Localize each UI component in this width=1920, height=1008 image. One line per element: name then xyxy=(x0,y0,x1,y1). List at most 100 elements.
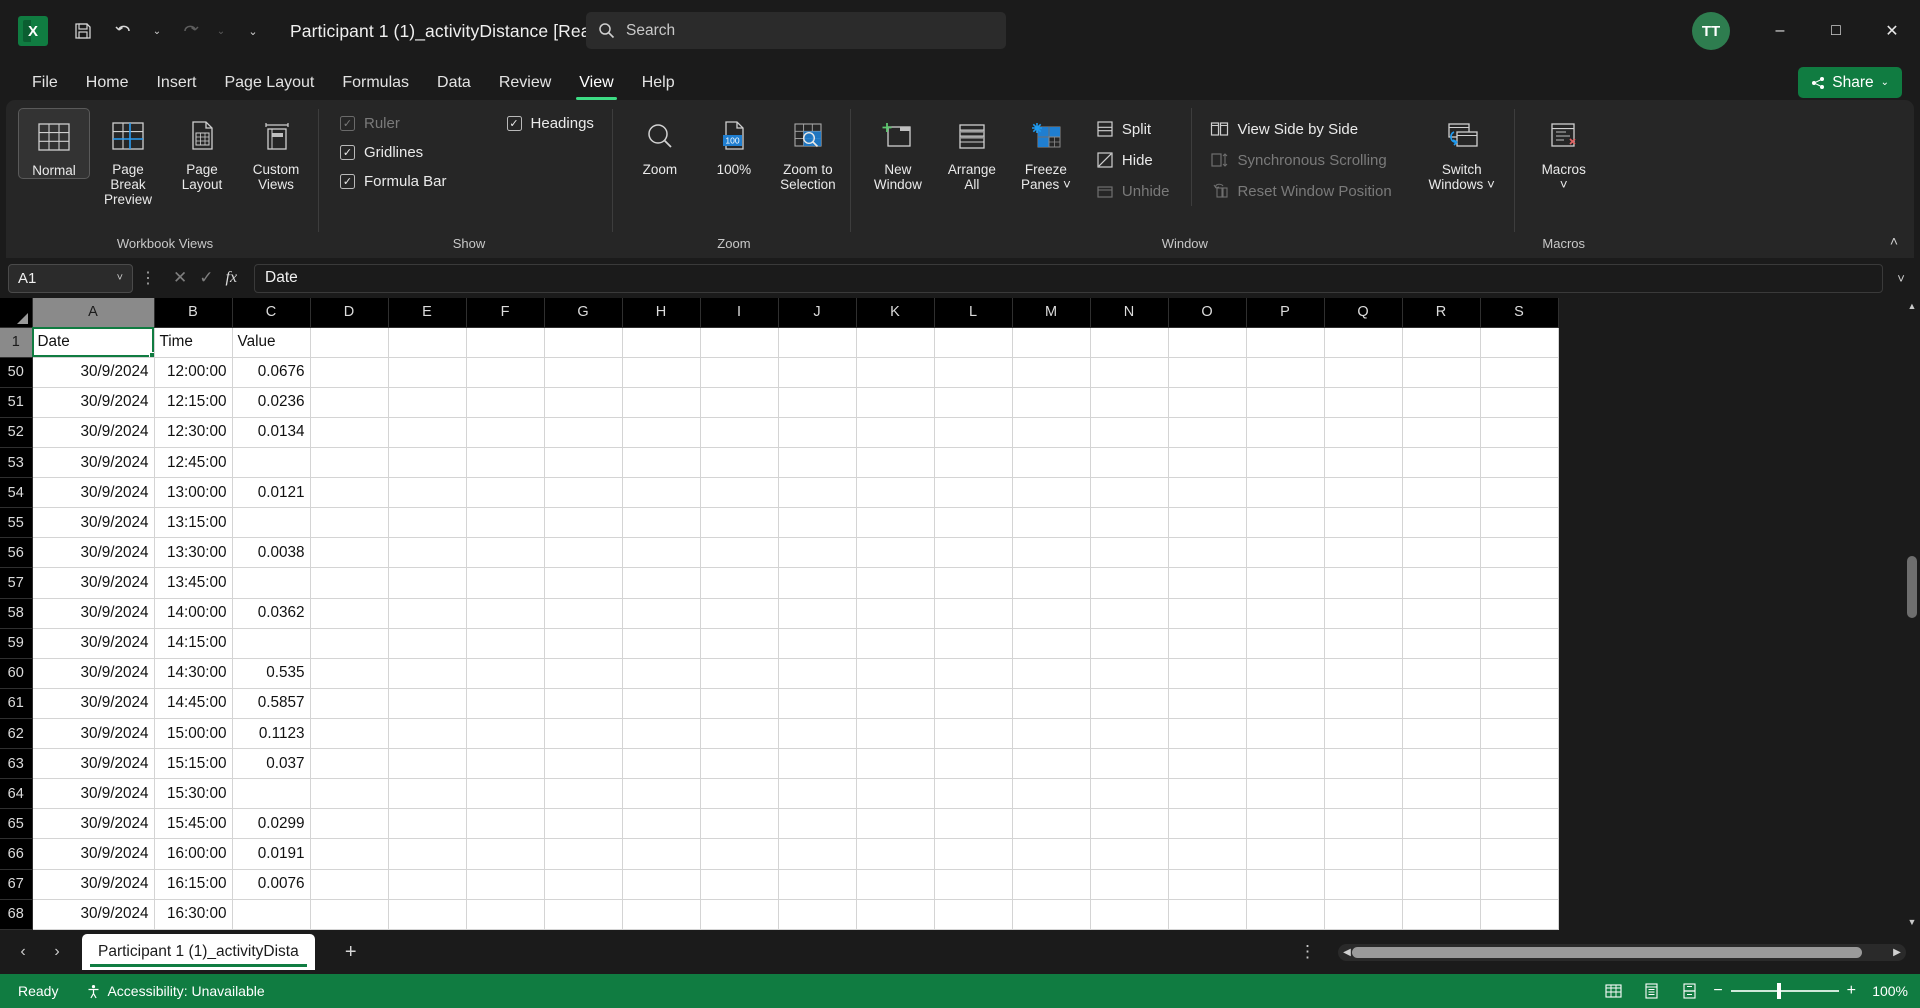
table-row[interactable]: 63 30/9/2024 15:15:00 0.037 xyxy=(0,748,1559,780)
cell-E65[interactable] xyxy=(388,808,467,840)
row-header-61[interactable]: 61 xyxy=(0,688,33,720)
cell-J52[interactable] xyxy=(778,417,857,449)
cell-R61[interactable] xyxy=(1402,688,1481,720)
row-header-56[interactable]: 56 xyxy=(0,537,33,569)
cell-C54[interactable]: 0.0121 xyxy=(232,477,311,509)
cell-A64[interactable]: 30/9/2024 xyxy=(32,778,155,810)
cell-M1[interactable] xyxy=(1012,327,1091,358)
cell-M55[interactable] xyxy=(1012,507,1091,539)
cell-A54[interactable]: 30/9/2024 xyxy=(32,477,155,509)
cell-F62[interactable] xyxy=(466,718,545,750)
cell-N51[interactable] xyxy=(1090,387,1169,418)
scroll-up-arrow-icon[interactable]: ▲ xyxy=(1904,298,1920,314)
table-row[interactable]: 56 30/9/2024 13:30:00 0.0038 xyxy=(0,537,1559,569)
vertical-scrollbar[interactable]: ▲ ▼ xyxy=(1904,298,1920,930)
column-header-S[interactable]: S xyxy=(1480,298,1559,328)
cell-M54[interactable] xyxy=(1012,477,1091,509)
table-row[interactable]: 53 30/9/2024 12:45:00 xyxy=(0,447,1559,479)
cell-M63[interactable] xyxy=(1012,748,1091,780)
cell-O57[interactable] xyxy=(1168,567,1247,599)
cell-O56[interactable] xyxy=(1168,537,1247,569)
cell-C65[interactable]: 0.0299 xyxy=(232,808,311,840)
column-header-K[interactable]: K xyxy=(856,298,935,328)
cell-I55[interactable] xyxy=(700,507,779,539)
cell-J66[interactable] xyxy=(778,838,857,870)
zoom-100-button[interactable]: 100 100% xyxy=(698,108,770,177)
column-header-O[interactable]: O xyxy=(1168,298,1247,328)
cell-E50[interactable] xyxy=(388,357,467,388)
row-header-64[interactable]: 64 xyxy=(0,778,33,810)
cell-P56[interactable] xyxy=(1246,537,1325,569)
cell-L67[interactable] xyxy=(934,869,1013,900)
cell-C62[interactable]: 0.1123 xyxy=(232,718,311,750)
cell-J64[interactable] xyxy=(778,778,857,810)
page-break-preview-button[interactable]: Page Break Preview xyxy=(92,108,164,207)
cell-J58[interactable] xyxy=(778,598,857,629)
cell-H68[interactable] xyxy=(622,899,701,930)
next-sheet-icon[interactable]: › xyxy=(42,937,72,967)
table-row[interactable]: 60 30/9/2024 14:30:00 0.535 xyxy=(0,658,1559,689)
cell-N50[interactable] xyxy=(1090,357,1169,388)
cell-L58[interactable] xyxy=(934,598,1013,629)
cell-L54[interactable] xyxy=(934,477,1013,509)
cell-A1[interactable]: Date xyxy=(32,327,155,358)
cell-S51[interactable] xyxy=(1480,387,1559,418)
cell-F61[interactable] xyxy=(466,688,545,720)
cell-A68[interactable]: 30/9/2024 xyxy=(32,899,155,930)
column-header-R[interactable]: R xyxy=(1402,298,1481,328)
cell-H59[interactable] xyxy=(622,628,701,659)
tab-help[interactable]: Help xyxy=(628,66,689,100)
cell-K55[interactable] xyxy=(856,507,935,539)
cell-M68[interactable] xyxy=(1012,899,1091,930)
cell-H53[interactable] xyxy=(622,447,701,479)
column-header-I[interactable]: I xyxy=(700,298,779,328)
row-header-51[interactable]: 51 xyxy=(0,387,33,418)
tab-data[interactable]: Data xyxy=(423,66,485,100)
cell-A61[interactable]: 30/9/2024 xyxy=(32,688,155,720)
cell-H60[interactable] xyxy=(622,658,701,689)
cell-I53[interactable] xyxy=(700,447,779,479)
checkbox-gridlines-box[interactable]: ✓ xyxy=(340,145,355,160)
cell-P65[interactable] xyxy=(1246,808,1325,840)
tab-view[interactable]: View xyxy=(565,66,627,100)
cell-E64[interactable] xyxy=(388,778,467,810)
row-header-52[interactable]: 52 xyxy=(0,417,33,449)
cell-Q65[interactable] xyxy=(1324,808,1403,840)
custom-views-button[interactable]: Custom Views xyxy=(240,108,312,192)
cell-N53[interactable] xyxy=(1090,447,1169,479)
cell-S56[interactable] xyxy=(1480,537,1559,569)
cell-R52[interactable] xyxy=(1402,417,1481,449)
cell-K59[interactable] xyxy=(856,628,935,659)
cell-E62[interactable] xyxy=(388,718,467,750)
cell-G53[interactable] xyxy=(544,447,623,479)
cell-C68[interactable] xyxy=(232,899,311,930)
cell-H65[interactable] xyxy=(622,808,701,840)
cell-C63[interactable]: 0.037 xyxy=(232,748,311,780)
row-header-66[interactable]: 66 xyxy=(0,838,33,870)
table-row[interactable]: 61 30/9/2024 14:45:00 0.5857 xyxy=(0,688,1559,720)
cell-O68[interactable] xyxy=(1168,899,1247,930)
table-row[interactable]: 1 Date Time Value xyxy=(0,327,1559,358)
maximize-button[interactable]: □ xyxy=(1808,0,1864,62)
cell-E56[interactable] xyxy=(388,537,467,569)
zoom-out-button[interactable]: − xyxy=(1713,982,1722,1000)
cell-D50[interactable] xyxy=(310,357,389,388)
cell-I1[interactable] xyxy=(700,327,779,358)
cell-C52[interactable]: 0.0134 xyxy=(232,417,311,449)
tab-page-layout[interactable]: Page Layout xyxy=(210,66,328,100)
share-dropdown-icon[interactable]: ⌄ xyxy=(1881,77,1889,88)
cell-L52[interactable] xyxy=(934,417,1013,449)
cell-F52[interactable] xyxy=(466,417,545,449)
column-header-D[interactable]: D xyxy=(310,298,389,328)
cell-Q50[interactable] xyxy=(1324,357,1403,388)
cell-N63[interactable] xyxy=(1090,748,1169,780)
cell-N60[interactable] xyxy=(1090,658,1169,689)
table-row[interactable]: 52 30/9/2024 12:30:00 0.0134 xyxy=(0,417,1559,449)
cell-Q68[interactable] xyxy=(1324,899,1403,930)
cell-C66[interactable]: 0.0191 xyxy=(232,838,311,870)
row-header-63[interactable]: 63 xyxy=(0,748,33,780)
cell-O59[interactable] xyxy=(1168,628,1247,659)
cell-H67[interactable] xyxy=(622,869,701,900)
cell-A63[interactable]: 30/9/2024 xyxy=(32,748,155,780)
cell-C51[interactable]: 0.0236 xyxy=(232,387,311,418)
